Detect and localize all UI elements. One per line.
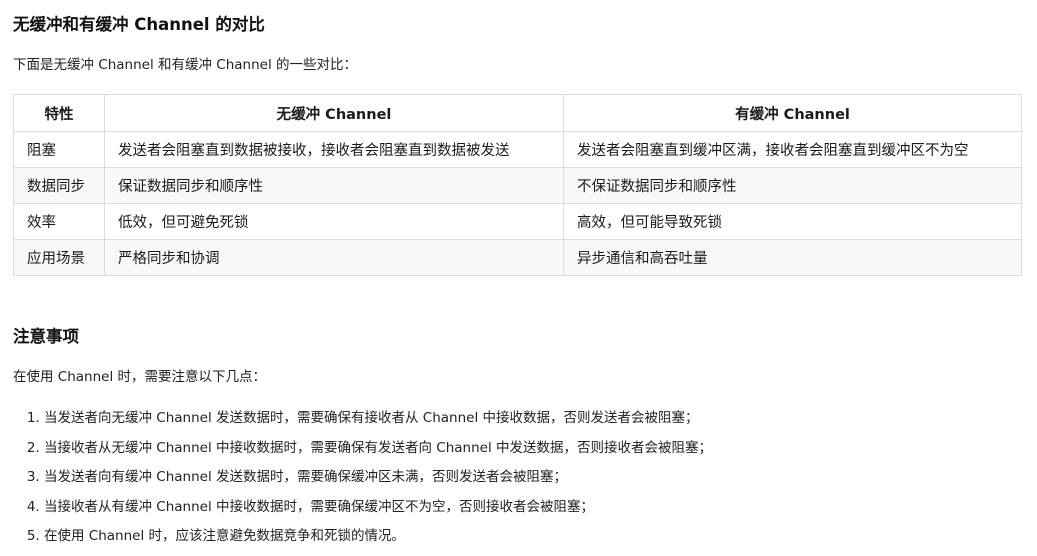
table-cell: 保证数据同步和顺序性 [104,167,564,204]
table-header-buffered: 有缓冲 Channel [563,94,1022,132]
list-item: 在使用 Channel 时，应该注意避免数据竞争和死锁的情况。 [44,526,712,556]
table-row: 效率 低效，但可避免死锁 高效，但可能导致死锁 [13,203,1022,240]
table-cell: 不保证数据同步和顺序性 [563,167,1022,204]
list-item: 当接收者从有缓冲 Channel 中接收数据时，需要确保缓冲区不为空，否则接收者… [44,497,712,527]
table-row: 数据同步 保证数据同步和顺序性 不保证数据同步和顺序性 [13,167,1022,204]
section-heading-comparison: 无缓冲和有缓冲 Channel 的对比 [13,15,265,34]
table-cell: 阻塞 [13,131,105,168]
list-item: 当发送者向有缓冲 Channel 发送数据时，需要确保缓冲区未满，否则发送者会被… [44,467,712,497]
table-cell: 应用场景 [13,239,105,276]
section-heading-notes: 注意事项 [13,327,79,346]
list-item: 当接收者从无缓冲 Channel 中接收数据时，需要确保有发送者向 Channe… [44,438,712,468]
table-header-row: 特性 无缓冲 Channel 有缓冲 Channel [13,94,1022,132]
table-cell: 高效，但可能导致死锁 [563,203,1022,240]
table-cell: 效率 [13,203,105,240]
notes-intro-paragraph: 在使用 Channel 时，需要注意以下几点： [13,369,267,385]
table-cell: 低效，但可避免死锁 [104,203,564,240]
table-row: 阻塞 发送者会阻塞直到数据被接收，接收者会阻塞直到数据被发送 发送者会阻塞直到缓… [13,131,1022,168]
table-header-unbuffered: 无缓冲 Channel [104,94,564,132]
comparison-table: 特性 无缓冲 Channel 有缓冲 Channel 阻塞 发送者会阻塞直到数据… [13,94,1022,276]
table-cell: 异步通信和高吞吐量 [563,239,1022,276]
table-cell: 发送者会阻塞直到缓冲区满，接收者会阻塞直到缓冲区不为空 [563,131,1022,168]
table-cell: 发送者会阻塞直到数据被接收，接收者会阻塞直到数据被发送 [104,131,564,168]
list-item: 当发送者向无缓冲 Channel 发送数据时，需要确保有接收者从 Channel… [44,408,712,438]
table-cell: 数据同步 [13,167,105,204]
notes-list: 当发送者向无缓冲 Channel 发送数据时，需要确保有接收者从 Channel… [13,408,712,556]
table-cell: 严格同步和协调 [104,239,564,276]
table-header-feature: 特性 [13,94,105,132]
comparison-intro-paragraph: 下面是无缓冲 Channel 和有缓冲 Channel 的一些对比： [13,57,358,73]
table-row: 应用场景 严格同步和协调 异步通信和高吞吐量 [13,239,1022,276]
